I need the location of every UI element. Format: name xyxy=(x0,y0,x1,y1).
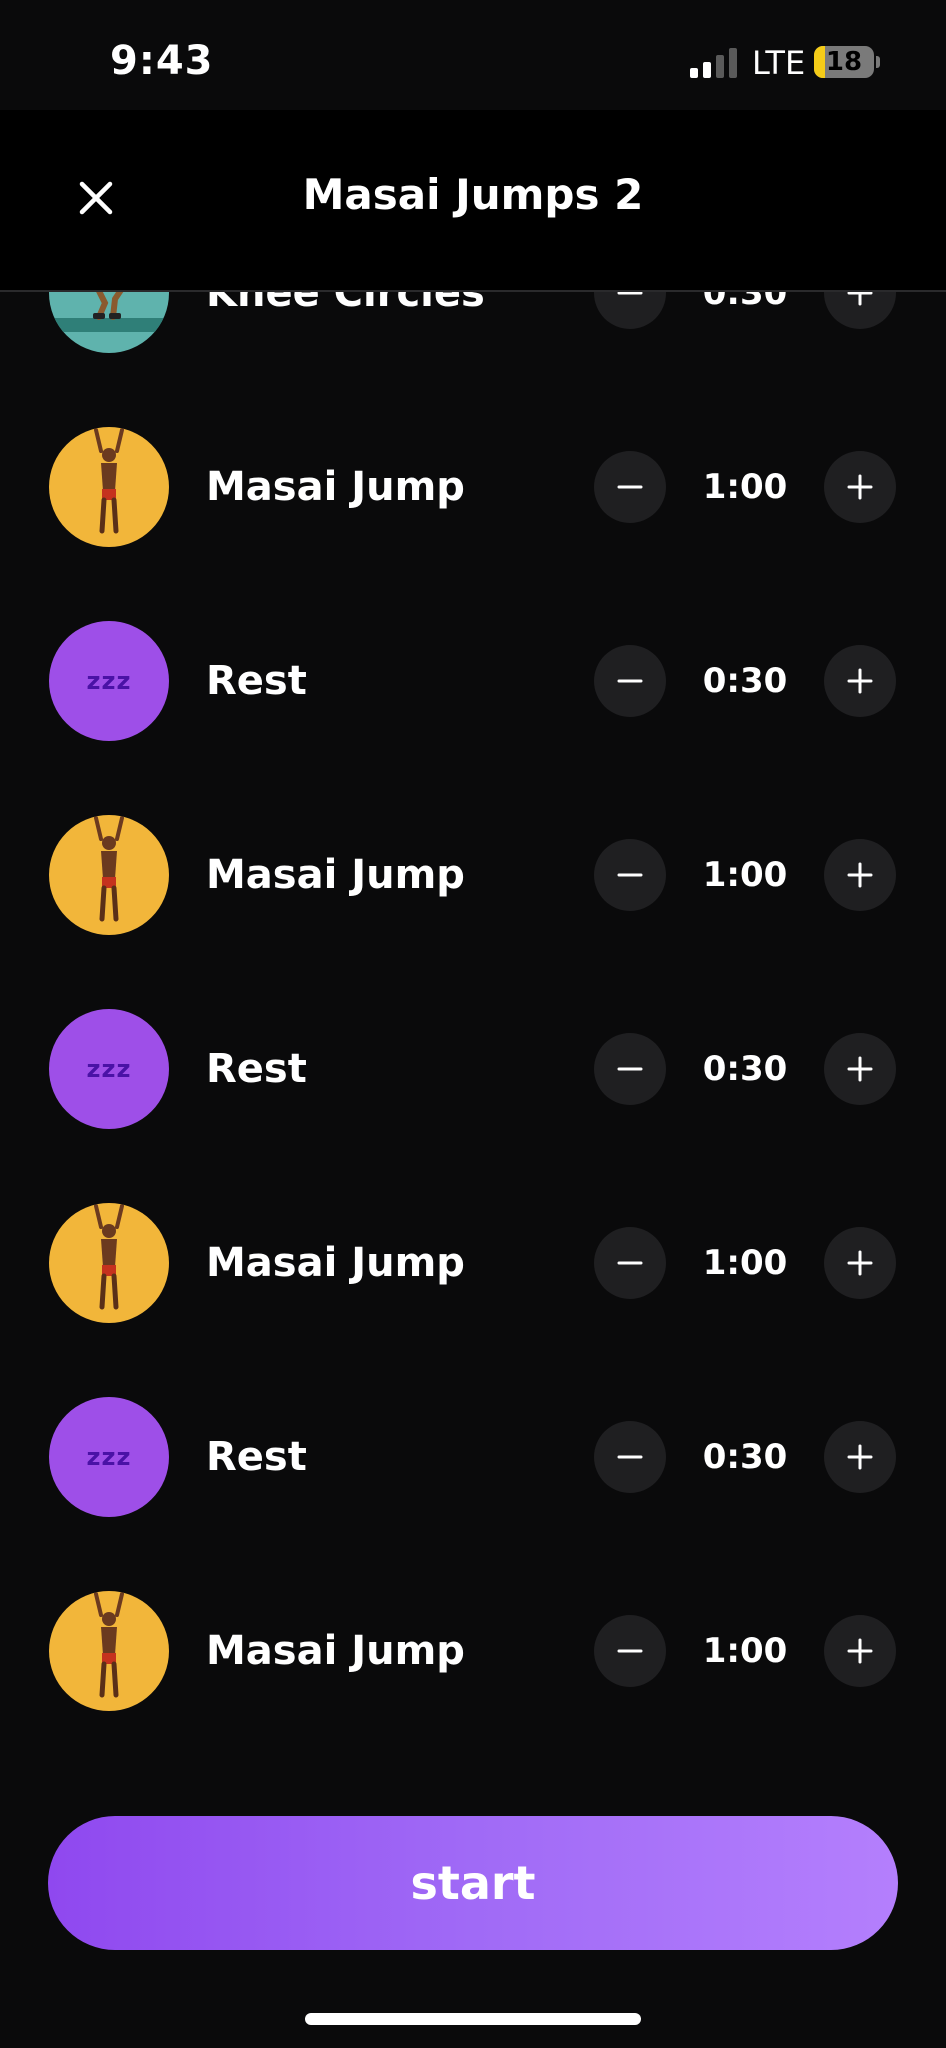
minus-icon xyxy=(617,1455,643,1459)
increase-duration-button[interactable] xyxy=(824,1033,896,1105)
sleep-zzz-icon: zzz xyxy=(86,1055,132,1083)
battery-icon: 18 xyxy=(814,46,880,78)
exercise-name: Rest xyxy=(206,1434,307,1480)
plus-icon xyxy=(847,474,873,500)
minus-icon xyxy=(617,1261,643,1265)
sleep-zzz-icon: zzz xyxy=(86,667,132,695)
status-bar: 9:43 LTE 18 xyxy=(0,0,946,110)
minus-icon xyxy=(617,1067,643,1071)
exercise-name: Masai Jump xyxy=(206,1628,465,1674)
plus-icon xyxy=(847,1056,873,1082)
rest-thumbnail: zzz xyxy=(49,1009,169,1129)
exercise-thumbnail xyxy=(49,815,169,935)
exercise-name: Rest xyxy=(206,658,307,704)
exercise-name: Masai Jump xyxy=(206,852,465,898)
plus-icon xyxy=(847,1250,873,1276)
page-title: Masai Jumps 2 xyxy=(302,170,644,219)
plus-icon xyxy=(847,1638,873,1664)
plus-icon xyxy=(847,292,873,306)
duration-value: 1:00 xyxy=(702,467,788,507)
duration-value: 0:30 xyxy=(702,292,788,313)
exercise-thumbnail xyxy=(49,427,169,547)
status-time: 9:43 xyxy=(110,38,214,84)
rest-thumbnail: zzz xyxy=(49,1397,169,1517)
header: Masai Jumps 2 xyxy=(0,110,946,292)
duration-value: 0:30 xyxy=(702,1437,788,1477)
exercise-thumbnail xyxy=(49,1591,169,1711)
increase-duration-button[interactable] xyxy=(824,451,896,523)
minus-icon xyxy=(617,485,643,489)
exercise-list[interactable]: Knee Circles 0:30 Masai Jump 1:00 zzz Rest 0:3… xyxy=(0,292,946,1758)
decrease-duration-button[interactable] xyxy=(594,1421,666,1493)
minus-icon xyxy=(617,679,643,683)
increase-duration-button[interactable] xyxy=(824,839,896,911)
exercise-row[interactable]: Knee Circles 0:30 xyxy=(0,292,946,390)
exercise-name: Masai Jump xyxy=(206,464,465,510)
exercise-row[interactable]: Masai Jump 1:00 xyxy=(0,778,946,972)
exercise-row[interactable]: zzz Rest 0:30 xyxy=(0,584,946,778)
minus-icon xyxy=(617,873,643,877)
start-button[interactable]: start xyxy=(48,1816,898,1950)
duration-value: 0:30 xyxy=(702,1049,788,1089)
exercise-row[interactable]: zzz Rest 0:30 xyxy=(0,1360,946,1554)
minus-icon xyxy=(617,292,643,295)
exercise-name: Masai Jump xyxy=(206,1240,465,1286)
decrease-duration-button[interactable] xyxy=(594,839,666,911)
exercise-row[interactable]: zzz Rest 0:30 xyxy=(0,972,946,1166)
exercise-row[interactable]: Masai Jump 1:00 xyxy=(0,1554,946,1748)
increase-duration-button[interactable] xyxy=(824,645,896,717)
rest-thumbnail: zzz xyxy=(49,621,169,741)
plus-icon xyxy=(847,862,873,888)
duration-value: 1:00 xyxy=(702,1243,788,1283)
decrease-duration-button[interactable] xyxy=(594,645,666,717)
minus-icon xyxy=(617,1649,643,1653)
home-indicator xyxy=(305,2013,641,2025)
duration-value: 1:00 xyxy=(702,855,788,895)
decrease-duration-button[interactable] xyxy=(594,451,666,523)
increase-duration-button[interactable] xyxy=(824,1615,896,1687)
exercise-name: Knee Circles xyxy=(206,292,485,316)
exercise-thumbnail xyxy=(49,292,169,353)
exercise-row[interactable]: Masai Jump 1:00 xyxy=(0,1166,946,1360)
decrease-duration-button[interactable] xyxy=(594,292,666,329)
increase-duration-button[interactable] xyxy=(824,1421,896,1493)
network-type: LTE xyxy=(752,44,806,82)
exercise-thumbnail xyxy=(49,1203,169,1323)
decrease-duration-button[interactable] xyxy=(594,1227,666,1299)
increase-duration-button[interactable] xyxy=(824,292,896,329)
exercise-name: Rest xyxy=(206,1046,307,1092)
duration-value: 0:30 xyxy=(702,661,788,701)
sleep-zzz-icon: zzz xyxy=(86,1443,132,1471)
duration-value: 1:00 xyxy=(702,1631,788,1671)
decrease-duration-button[interactable] xyxy=(594,1033,666,1105)
battery-level: 18 xyxy=(825,47,863,77)
plus-icon xyxy=(847,668,873,694)
plus-icon xyxy=(847,1444,873,1470)
increase-duration-button[interactable] xyxy=(824,1227,896,1299)
decrease-duration-button[interactable] xyxy=(594,1615,666,1687)
exercise-row[interactable]: Masai Jump 1:00 xyxy=(0,390,946,584)
signal-strength-icon xyxy=(690,48,737,78)
